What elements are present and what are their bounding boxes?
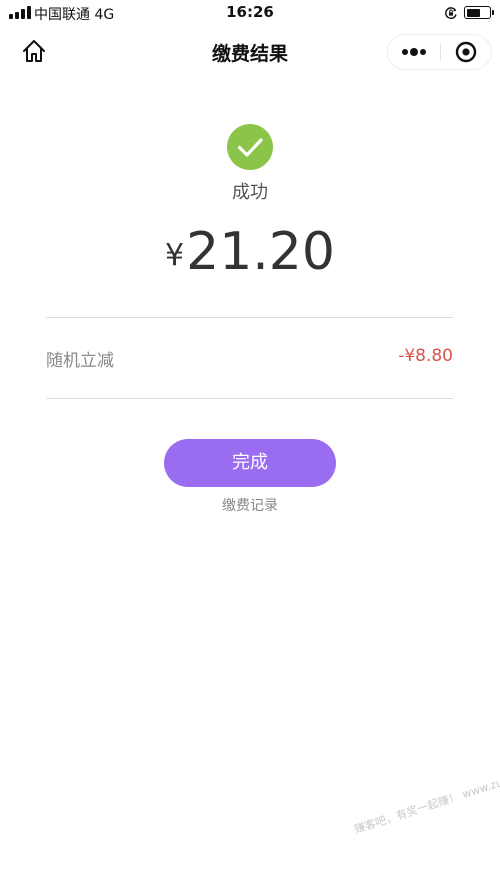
check-circle-icon: [227, 124, 273, 170]
nav-bar: 缴费结果: [0, 26, 500, 76]
battery-icon: [464, 6, 491, 19]
watermark: 赚客吧，有奖一起赚！ www.zuanke8.com: [352, 757, 500, 837]
discount-label: 随机立减: [46, 351, 114, 371]
paid-amount: ¥21.20: [0, 222, 500, 282]
discount-value: -¥8.80: [398, 346, 453, 366]
amount-value: 21.20: [186, 222, 335, 282]
done-button[interactable]: 完成: [164, 439, 336, 487]
payment-records-link[interactable]: 缴费记录: [0, 495, 500, 515]
divider-bottom: [46, 398, 453, 399]
orientation-lock-icon: [445, 7, 457, 19]
result-status-text: 成功: [232, 182, 268, 203]
status-time: 16:26: [226, 3, 274, 21]
more-icon[interactable]: [388, 35, 440, 69]
currency-symbol: ¥: [165, 238, 185, 273]
battery-tip: [492, 10, 494, 15]
divider-top: [46, 317, 453, 318]
status-bar: 中国联通 4G 16:26: [0, 0, 500, 26]
mini-program-capsule: [387, 34, 492, 70]
target-icon[interactable]: [441, 35, 492, 69]
